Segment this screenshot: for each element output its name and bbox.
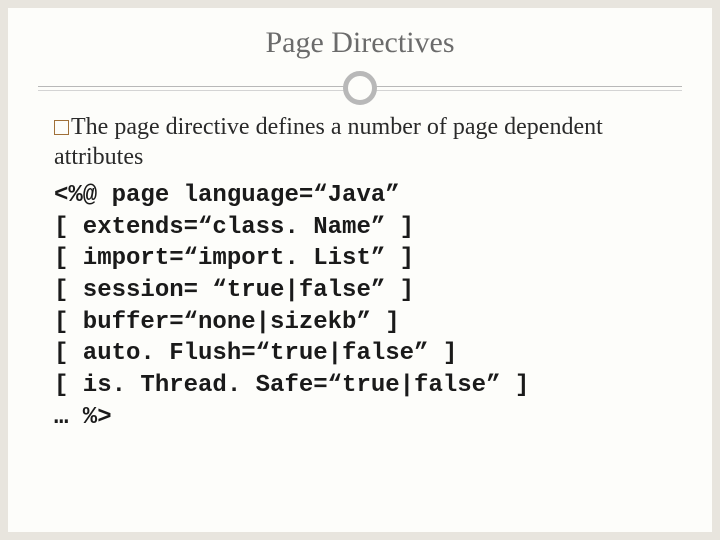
code-line: [ session= “true|false” ] [54, 277, 414, 304]
code-line: <%@ page language=“Java” [54, 182, 400, 209]
code-line: [ buffer=“none|sizekb” ] [54, 309, 400, 336]
intro-paragraph: The page directive defines a number of p… [54, 112, 672, 172]
code-line: … %> [54, 404, 112, 431]
intro-text: The page directive defines a number of p… [54, 114, 603, 170]
bullet-icon [54, 120, 69, 135]
code-line: [ is. Thread. Safe=“true|false” ] [54, 372, 529, 399]
slide: Page Directives The page directive defin… [8, 8, 712, 532]
content-area: The page directive defines a number of p… [8, 112, 712, 433]
code-line: [ extends=“class. Name” ] [54, 214, 414, 241]
divider [8, 70, 712, 106]
code-line: [ import=“import. List” ] [54, 245, 414, 272]
code-block: <%@ page language=“Java” [ extends=“clas… [54, 180, 672, 433]
divider-circle-icon [343, 71, 377, 105]
code-line: [ auto. Flush=“true|false” ] [54, 340, 457, 367]
slide-title: Page Directives [8, 8, 712, 70]
